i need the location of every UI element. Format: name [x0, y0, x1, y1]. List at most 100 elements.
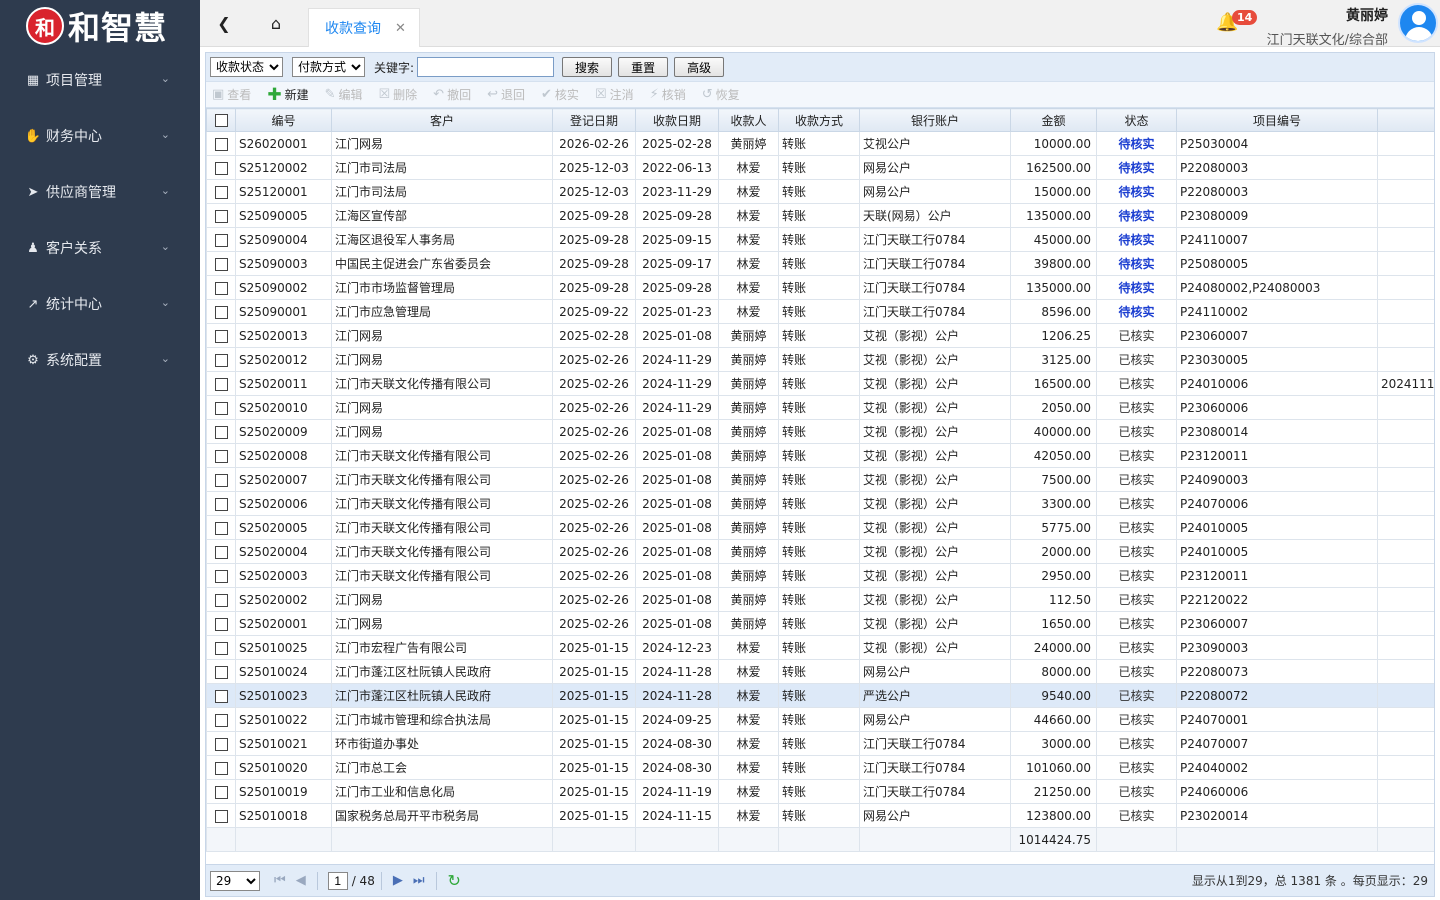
- row-checkbox[interactable]: [214, 473, 228, 487]
- row-checkbox-cell[interactable]: [206, 395, 236, 420]
- table-row[interactable]: S25020003 江门市天联文化传播有限公司 2025-02-26 2025-01-…: [206, 563, 1434, 588]
- select-all-checkbox[interactable]: [214, 114, 228, 127]
- toolbar-button-5[interactable]: ↶ 撤回: [433, 86, 471, 103]
- column-header[interactable]: 项目编号: [1176, 108, 1378, 132]
- table-row[interactable]: S25090005 江海区宣传部 2025-09-28 2025-09-28 林爱 转账天…: [206, 203, 1434, 228]
- home-button[interactable]: ⌂: [252, 0, 300, 47]
- row-checkbox-cell[interactable]: [206, 659, 236, 684]
- column-header[interactable]: 客户: [331, 108, 553, 132]
- row-checkbox-cell[interactable]: [206, 491, 236, 516]
- table-row[interactable]: S25010022 江门市城市管理和综合执法局 2025-01-15 2024-09-…: [206, 707, 1434, 732]
- table-row[interactable]: S25020004 江门市天联文化传播有限公司 2025-02-26 2025-01-…: [206, 539, 1434, 564]
- sidebar-item-1[interactable]: ▦ 项目管理 ⌄: [0, 52, 200, 108]
- row-checkbox[interactable]: [214, 713, 228, 727]
- row-checkbox[interactable]: [214, 257, 228, 271]
- table-row[interactable]: S25020008 江门市天联文化传播有限公司 2025-02-26 2025-01-…: [206, 443, 1434, 468]
- first-page-icon[interactable]: ⏮: [274, 873, 286, 888]
- column-header[interactable]: 状态: [1096, 108, 1177, 132]
- keyword-input[interactable]: [417, 57, 555, 77]
- table-row[interactable]: S25020002 江门网易 2025-02-26 2025-01-08 黄丽婷 转账 艾视…: [206, 587, 1434, 612]
- table-row[interactable]: S25010024 江门市蓬江区杜阮镇人民政府 2025-01-15 2024-11-…: [206, 659, 1434, 684]
- back-button[interactable]: ❮: [200, 0, 248, 47]
- row-checkbox-cell[interactable]: [206, 515, 236, 540]
- table-row[interactable]: S25020010 江门网易 2025-02-26 2024-11-29 黄丽婷 转账 艾视…: [206, 395, 1434, 420]
- sidebar-item-4[interactable]: ♟ 客户关系 ⌄: [0, 220, 200, 276]
- row-checkbox[interactable]: [214, 593, 228, 607]
- row-checkbox-cell[interactable]: [206, 635, 236, 660]
- table-row[interactable]: S26020001 江门网易 2026-02-26 2025-02-28 黄丽婷 转账 艾视…: [206, 131, 1434, 156]
- row-checkbox[interactable]: [214, 665, 228, 679]
- close-icon[interactable]: ✕: [395, 21, 406, 36]
- table-row[interactable]: S25020007 江门市天联文化传播有限公司 2025-02-26 2025-01-…: [206, 467, 1434, 492]
- column-header[interactable]: [1377, 108, 1434, 132]
- row-checkbox[interactable]: [214, 521, 228, 535]
- prev-page-icon[interactable]: ◀: [296, 873, 306, 888]
- column-header[interactable]: 编号: [235, 108, 332, 132]
- table-row[interactable]: S25010025 江门市宏程广告有限公司 2025-01-15 2024-12-23…: [206, 635, 1434, 660]
- row-checkbox-cell[interactable]: [206, 275, 236, 300]
- table-row[interactable]: S25010020 江门市总工会 2025-01-15 2024-08-30 林爱 转账江…: [206, 755, 1434, 780]
- row-checkbox[interactable]: [214, 737, 228, 751]
- row-checkbox-cell[interactable]: [206, 347, 236, 372]
- row-checkbox-cell[interactable]: [206, 155, 236, 180]
- last-page-icon[interactable]: ⏭: [413, 873, 425, 888]
- table-row[interactable]: S25090004 江海区退役军人事务局 2025-09-28 2025-09-15 林…: [206, 227, 1434, 252]
- row-checkbox-cell[interactable]: [206, 419, 236, 444]
- row-checkbox-cell[interactable]: [206, 251, 236, 276]
- column-header[interactable]: 登记日期: [552, 108, 636, 132]
- notification-button[interactable]: 🔔 14: [1216, 10, 1258, 38]
- column-header[interactable]: 收款日期: [635, 108, 719, 132]
- table-row[interactable]: S25120001 江门市司法局 2025-12-03 2023-11-29 林爱 转账网…: [206, 179, 1434, 204]
- toolbar-button-9[interactable]: ⚡ 核销: [650, 86, 686, 103]
- row-checkbox-cell[interactable]: [206, 131, 236, 156]
- row-checkbox[interactable]: [214, 497, 228, 511]
- row-checkbox[interactable]: [214, 305, 228, 319]
- row-checkbox[interactable]: [214, 137, 228, 151]
- row-checkbox[interactable]: [214, 185, 228, 199]
- table-row[interactable]: S25010023 江门市蓬江区杜阮镇人民政府 2025-01-15 2024-11-…: [206, 683, 1434, 708]
- toolbar-button-6[interactable]: ↩ 退回: [487, 86, 525, 103]
- table-row[interactable]: S25010018 国家税务总局开平市税务局 2025-01-15 2024-11-1…: [206, 803, 1434, 828]
- table-row[interactable]: S25010021 环市街道办事处 2025-01-15 2024-08-30 林爱 转账…: [206, 731, 1434, 756]
- column-header[interactable]: 银行账户: [859, 108, 1011, 132]
- toolbar-button-2[interactable]: ✚ 新建: [267, 85, 308, 105]
- row-checkbox[interactable]: [214, 209, 228, 223]
- row-checkbox[interactable]: [214, 641, 228, 655]
- row-checkbox[interactable]: [214, 569, 228, 583]
- row-checkbox[interactable]: [214, 329, 228, 343]
- table-row[interactable]: S25090001 江门市应急管理局 2025-09-22 2025-01-23 林爱转…: [206, 299, 1434, 324]
- row-checkbox[interactable]: [214, 161, 228, 175]
- column-header[interactable]: 收款方式: [778, 108, 860, 132]
- row-checkbox-cell[interactable]: [206, 755, 236, 780]
- row-checkbox[interactable]: [214, 353, 228, 367]
- row-checkbox[interactable]: [214, 785, 228, 799]
- row-checkbox[interactable]: [214, 425, 228, 439]
- table-row[interactable]: S25010019 江门市工业和信息化局 2025-01-15 2024-11-19 林…: [206, 779, 1434, 804]
- row-checkbox-cell[interactable]: [206, 779, 236, 804]
- row-checkbox-cell[interactable]: [206, 611, 236, 636]
- table-row[interactable]: S25090003 中国民主促进会广东省委员会 2025-09-28 2025-09-…: [206, 251, 1434, 276]
- row-checkbox-cell[interactable]: [206, 299, 236, 324]
- table-row[interactable]: S25020005 江门市天联文化传播有限公司 2025-02-26 2025-01-…: [206, 515, 1434, 540]
- row-checkbox[interactable]: [214, 689, 228, 703]
- row-checkbox[interactable]: [214, 761, 228, 775]
- logo[interactable]: 和 和智慧: [0, 0, 200, 52]
- status-select[interactable]: 收款状态: [210, 57, 283, 77]
- table-row[interactable]: S25020001 江门网易 2025-02-26 2025-01-08 黄丽婷 转账 艾视…: [206, 611, 1434, 636]
- row-checkbox-cell[interactable]: [206, 563, 236, 588]
- page-number-input[interactable]: [327, 871, 348, 890]
- search-button[interactable]: 搜索: [562, 57, 613, 77]
- row-checkbox-cell[interactable]: [206, 443, 236, 468]
- row-checkbox-cell[interactable]: [206, 707, 236, 732]
- next-page-icon[interactable]: ▶: [393, 873, 403, 888]
- row-checkbox[interactable]: [214, 809, 228, 823]
- payment-method-select[interactable]: 付款方式: [292, 57, 365, 77]
- table-row[interactable]: S25020011 江门市天联文化传播有限公司 2025-02-26 2024-11-…: [206, 371, 1434, 396]
- advanced-button[interactable]: 高级: [674, 57, 725, 77]
- table-row[interactable]: S25120002 江门市司法局 2025-12-03 2022-06-13 林爱 转账网…: [206, 155, 1434, 180]
- row-checkbox-cell[interactable]: [206, 203, 236, 228]
- row-checkbox-cell[interactable]: [206, 539, 236, 564]
- row-checkbox-cell[interactable]: [206, 371, 236, 396]
- select-all-checkbox-cell[interactable]: [206, 108, 236, 132]
- row-checkbox[interactable]: [214, 545, 228, 559]
